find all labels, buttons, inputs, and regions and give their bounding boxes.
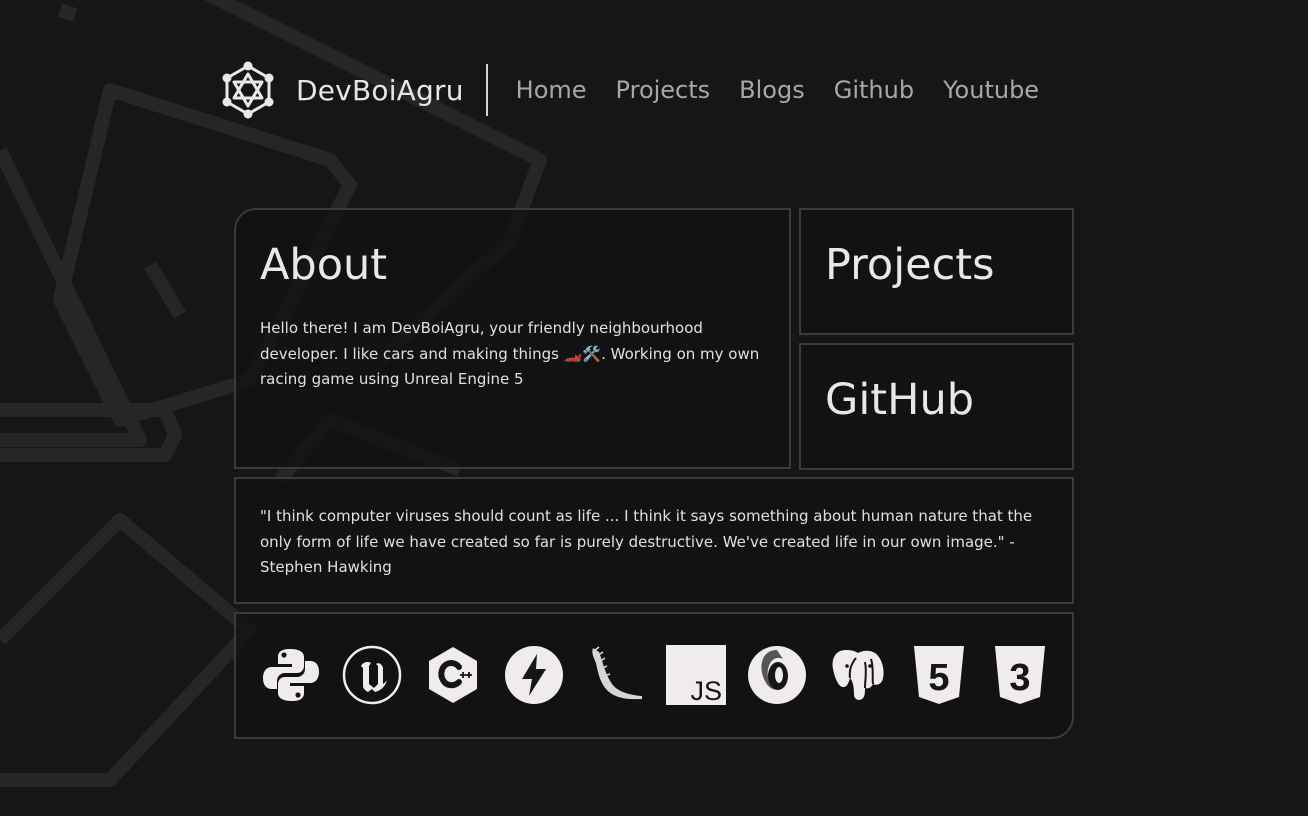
postgresql-icon — [827, 644, 889, 706]
projects-card[interactable]: Projects — [799, 208, 1074, 335]
quote-card: "I think computer viruses should count a… — [234, 477, 1074, 604]
css3-icon: 3 — [989, 644, 1051, 706]
nav-blogs[interactable]: Blogs — [739, 76, 805, 104]
brand-name[interactable]: DevBoiAgru — [296, 74, 464, 107]
json-icon — [746, 644, 808, 706]
cpp-icon — [422, 644, 484, 706]
nav-github[interactable]: Github — [834, 76, 914, 104]
tech-icons-row: JS 5 3 — [260, 644, 1070, 706]
svg-text:JS: JS — [690, 676, 722, 706]
top-navigation: DevBoiAgru Home Projects Blogs Github Yo… — [218, 60, 1068, 120]
nav-youtube[interactable]: Youtube — [943, 76, 1039, 104]
github-card-label: GitHub — [825, 375, 975, 425]
about-title: About — [260, 240, 388, 290]
github-card[interactable]: GitHub — [799, 343, 1074, 470]
quote-text: "I think computer viruses should count a… — [260, 507, 1033, 576]
projects-card-label: Projects — [825, 240, 995, 290]
javascript-icon: JS — [665, 644, 727, 706]
python-icon — [260, 644, 322, 706]
logo-icon[interactable] — [218, 60, 278, 120]
about-text: Hello there! I am DevBoiAgru, your frien… — [260, 319, 760, 388]
html5-icon: 5 — [908, 644, 970, 706]
nav-divider — [485, 64, 488, 116]
svg-text:5: 5 — [928, 657, 949, 699]
flask-icon — [584, 644, 646, 706]
unreal-engine-icon — [341, 644, 403, 706]
svg-text:3: 3 — [1009, 657, 1030, 699]
tech-stack-card: JS 5 3 — [234, 612, 1074, 739]
about-card: About Hello there! I am DevBoiAgru, your… — [234, 208, 791, 469]
fastapi-icon — [503, 644, 565, 706]
nav-home[interactable]: Home — [516, 76, 587, 104]
nav-projects[interactable]: Projects — [616, 76, 711, 104]
